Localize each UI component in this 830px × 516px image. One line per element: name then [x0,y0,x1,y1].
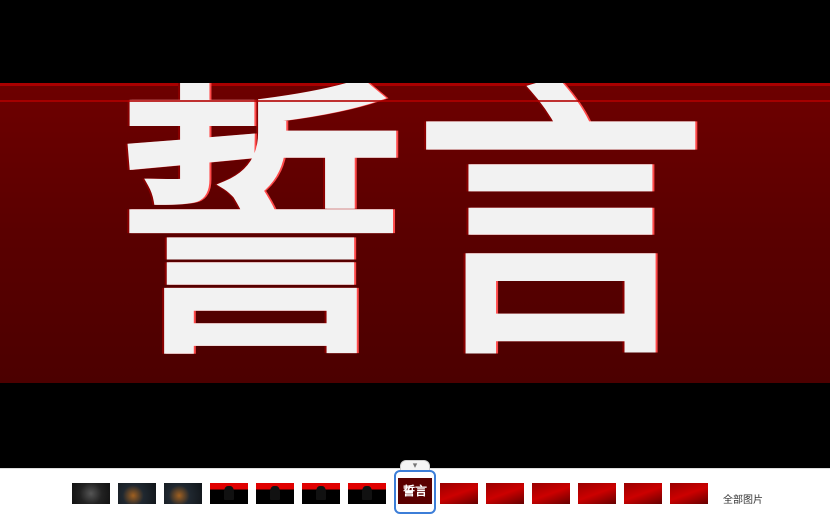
thumbnail-5[interactable] [256,476,294,504]
image-viewer: 誓言 [0,0,830,468]
thumbnail-3[interactable] [164,476,202,504]
all-images-button[interactable]: 全部图片 [723,491,763,506]
thumbnail-6[interactable] [302,476,340,504]
thumbnail-1[interactable] [72,476,110,504]
thumbnail-9[interactable] [440,476,478,504]
image-title-text: 誓言 [115,83,715,383]
thumbnail-8-active[interactable]: 誓言 [394,470,436,514]
thumbnail-13[interactable] [624,476,662,504]
thumbnail-7[interactable] [348,476,386,504]
thumbnail-4[interactable] [210,476,248,504]
thumbnail-8-label: 誓言 [398,478,432,504]
thumbnail-14[interactable] [670,476,708,504]
thumbnail-12[interactable] [578,476,616,504]
main-image: 誓言 [0,83,830,383]
thumbnail-2[interactable] [118,476,156,504]
thumbnail-11[interactable] [532,476,570,504]
thumbnail-10[interactable] [486,476,524,504]
